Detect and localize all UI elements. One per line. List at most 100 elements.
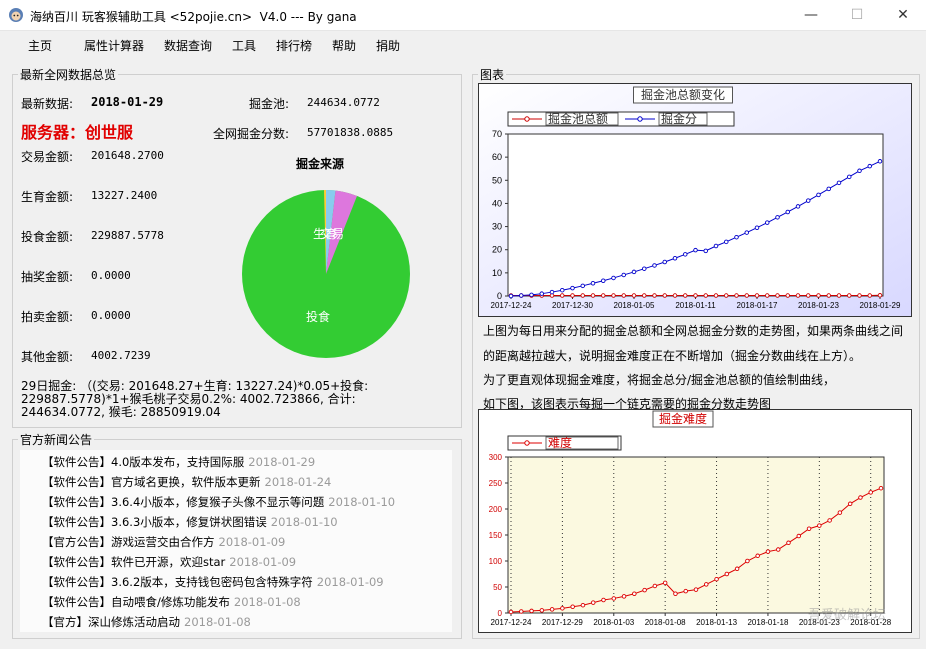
data-point	[755, 553, 760, 559]
server-name: 服务器：创世服	[21, 123, 134, 142]
data-point	[549, 607, 555, 612]
data-point	[631, 269, 637, 275]
data-point	[673, 591, 678, 597]
news-item[interactable]: 【软件公告】自动喂食/修炼功能发布 2018-01-08	[42, 594, 301, 610]
x-tick-label: 2018-01-08	[645, 618, 686, 627]
y-tick-label: 60	[492, 152, 502, 162]
minimize-button[interactable]: —	[788, 0, 834, 30]
news-item[interactable]: 【软件公告】官方域名更换，软件版本更新 2018-01-24	[42, 474, 331, 490]
data-point	[806, 526, 812, 532]
birth-amount-label: 生育金额:	[21, 190, 74, 204]
overview-group-title: 最新全网数据总览	[18, 66, 119, 83]
latest-data-date: 2018-01-29	[91, 95, 164, 109]
y-tick-label: 200	[489, 505, 503, 514]
y-tick-label: 20	[492, 245, 502, 255]
news-item[interactable]: 【官方】深山修炼活动启动 2018-01-08	[42, 614, 251, 630]
data-point	[662, 259, 667, 265]
data-point	[621, 272, 626, 278]
data-point	[672, 256, 678, 261]
news-item[interactable]: 【软件公告】3.6.3小版本，修复饼状图错误 2018-01-10	[42, 514, 338, 530]
total-score-value: 57701838.0885	[307, 126, 394, 139]
data-point	[836, 293, 842, 298]
x-tick-label: 2018-01-29	[860, 301, 901, 310]
news-title: 游戏运营交由合作方	[111, 535, 215, 549]
data-point	[827, 518, 832, 523]
data-point	[795, 204, 801, 209]
watermark: 吾爱破解论坛	[808, 608, 887, 623]
data-point	[693, 293, 698, 298]
data-point	[765, 220, 770, 225]
menu-data-query[interactable]: 数据查询	[164, 37, 212, 54]
news-date: 2018-01-10	[270, 515, 338, 529]
data-point	[682, 252, 688, 257]
data-point	[847, 174, 852, 180]
data-point	[641, 293, 647, 298]
news-title: 自动喂食/修炼功能发布	[111, 595, 230, 609]
chart-title: 掘金难度	[659, 411, 707, 426]
data-point	[775, 215, 780, 220]
y-tick-label: 0	[497, 291, 502, 301]
news-item[interactable]: 【软件公告】4.0版本发布，支持国际服 2018-01-29	[42, 454, 315, 470]
data-point	[867, 293, 873, 298]
data-point	[745, 558, 750, 564]
x-tick-label: 2017-12-24	[491, 618, 532, 627]
news-item[interactable]: 【官方公告】游戏运营交由合作方 2018-01-09	[42, 534, 285, 550]
maximize-button[interactable]: ☐	[834, 0, 880, 30]
legend-marker	[637, 116, 643, 122]
news-item[interactable]: 【软件公告】3.6.4小版本，修复猴子头像不显示等问题 2018-01-10	[42, 494, 395, 510]
data-point	[590, 293, 596, 298]
news-title: 3.6.2版本，支持钱包密码包含特殊字符	[111, 575, 313, 589]
y-tick-label: 300	[489, 453, 503, 462]
legend-label: 掘金分	[661, 111, 697, 126]
data-point	[703, 293, 708, 298]
data-point	[611, 293, 616, 298]
news-tag: 【软件公告】	[42, 555, 111, 569]
news-date: 2018-01-09	[229, 555, 297, 569]
legend-marker	[524, 440, 530, 446]
menu-tools[interactable]: 工具	[232, 37, 256, 54]
news-tag: 【软件公告】	[42, 515, 111, 529]
plot-area	[507, 133, 884, 297]
pool-label: 掘金池:	[249, 97, 290, 111]
data-point	[662, 580, 668, 586]
menu-attribute-calculator[interactable]: 属性计算器	[84, 37, 144, 54]
formula-text: 29日掘金: （(交易: 201648.27+生育: 13227.24)*0.0…	[21, 380, 368, 419]
chart-description-3: 为了更直观体现掘金难度，将掘金总分/掘金池总额的值绘制曲线，	[483, 373, 836, 387]
data-point	[560, 606, 565, 611]
news-title: 软件已开源，欢迎star	[111, 555, 226, 569]
data-point	[754, 293, 760, 298]
news-tag: 【软件公告】	[42, 575, 111, 589]
other-amount-label: 其他金额:	[21, 350, 74, 364]
latest-data-label: 最新数据:	[21, 97, 74, 111]
data-point	[724, 571, 730, 577]
data-point	[744, 293, 750, 298]
data-point	[662, 293, 667, 298]
data-point	[836, 180, 842, 186]
news-item[interactable]: 【软件公告】软件已开源，欢迎star 2018-01-09	[42, 554, 296, 570]
data-point	[858, 495, 863, 500]
menu-help[interactable]: 帮助	[332, 37, 356, 54]
menu-home[interactable]: 主页	[28, 37, 52, 54]
data-point	[601, 597, 606, 603]
data-point	[683, 588, 688, 594]
other-amount-value: 4002.7239	[91, 349, 151, 362]
data-point	[713, 293, 719, 298]
x-tick-label: 2018-01-23	[798, 301, 839, 310]
menu-donate[interactable]: 捐助	[376, 37, 400, 54]
y-tick-label: 40	[492, 198, 502, 208]
y-tick-label: 250	[489, 479, 503, 488]
y-tick-label: 70	[492, 129, 502, 139]
y-tick-label: 150	[489, 531, 503, 540]
close-button[interactable]: ✕	[880, 0, 926, 30]
feed-amount-label: 投食金额:	[21, 230, 74, 244]
data-point	[816, 293, 821, 298]
legend-marker	[524, 116, 530, 122]
data-point	[775, 547, 781, 552]
x-tick-label: 2018-01-11	[675, 301, 716, 310]
x-tick-label: 2018-01-13	[696, 618, 737, 627]
birth-amount-value: 13227.2400	[91, 189, 158, 202]
data-point	[775, 293, 780, 298]
news-item[interactable]: 【软件公告】3.6.2版本，支持钱包密码包含特殊字符 2018-01-09	[42, 574, 384, 590]
menu-ranking[interactable]: 排行榜	[276, 37, 312, 54]
data-point	[786, 540, 791, 546]
